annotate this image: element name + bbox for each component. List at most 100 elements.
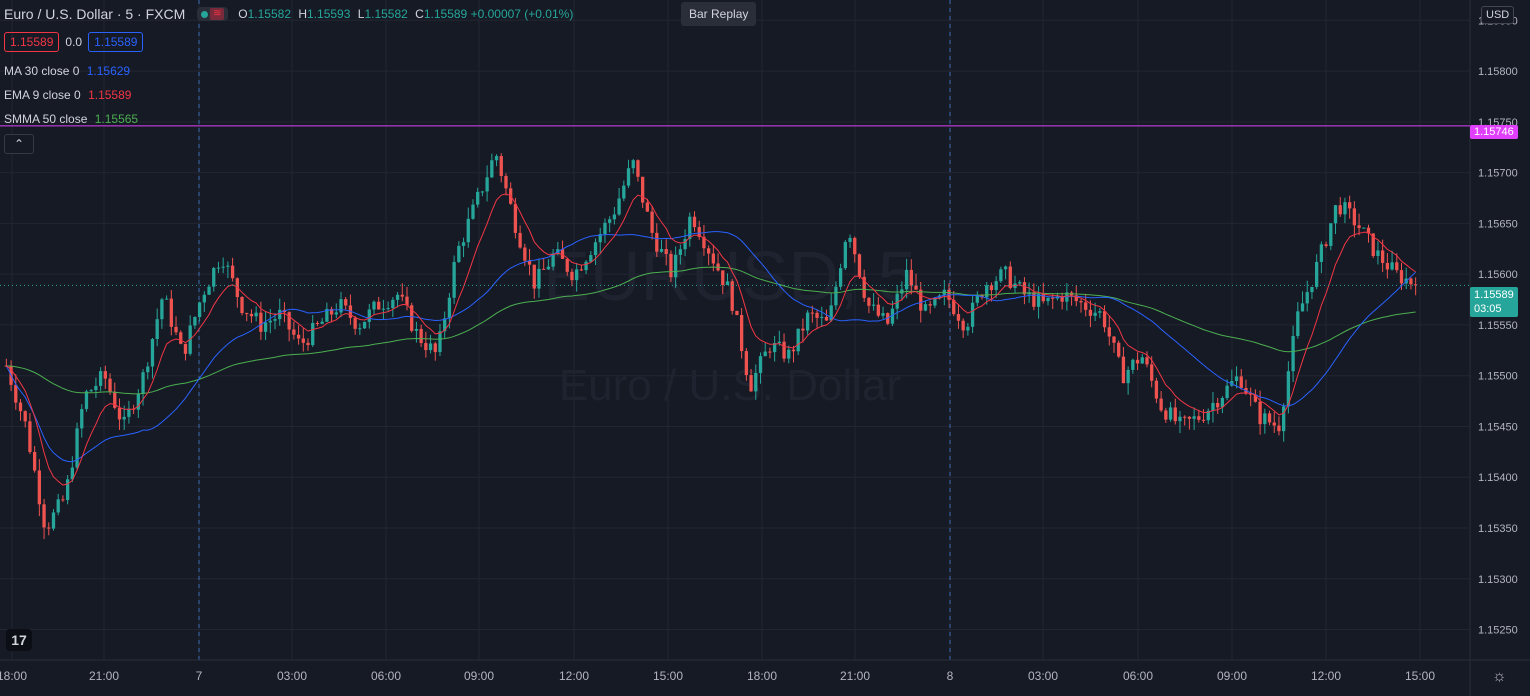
candle-body <box>94 385 98 391</box>
candle-body <box>1150 364 1154 381</box>
candlestick-chart[interactable]: 1.158501.158001.157501.157001.156501.156… <box>0 0 1530 696</box>
x-tick-label: 06:00 <box>1123 669 1153 683</box>
candle-body <box>838 268 843 287</box>
candle-body <box>1319 244 1324 262</box>
candle-body <box>904 269 909 290</box>
x-tick-label: 21:00 <box>89 669 119 683</box>
candle-body <box>1154 380 1159 399</box>
candle-body <box>207 286 211 295</box>
x-tick-label: 09:00 <box>464 669 494 683</box>
candle-body <box>909 269 913 286</box>
candle-body <box>490 160 494 178</box>
x-tick-label: 09:00 <box>1217 669 1247 683</box>
candle-body <box>843 242 847 269</box>
candle-body <box>202 294 206 303</box>
gear-icon[interactable]: ☼ <box>1492 668 1507 686</box>
y-tick-label: 1.15700 <box>1478 168 1518 180</box>
candle-body <box>1168 407 1173 420</box>
candle-body <box>278 309 282 320</box>
candle-body <box>428 343 433 351</box>
y-tick-label: 1.15600 <box>1478 269 1518 281</box>
bar-replay-tooltip: Bar Replay <box>681 2 757 26</box>
candle-body <box>315 323 320 325</box>
y-tick-label: 1.15650 <box>1478 218 1518 230</box>
candle-body <box>626 168 631 186</box>
candle-body <box>565 258 569 272</box>
x-tick-label: 06:00 <box>371 669 401 683</box>
y-tick-label: 1.15450 <box>1478 421 1518 433</box>
candle-body <box>169 298 173 327</box>
candle-body <box>414 328 419 331</box>
candle-body <box>735 310 739 315</box>
candle-body <box>593 242 598 256</box>
candle-body <box>1315 261 1319 287</box>
candle-body <box>1084 302 1088 310</box>
candle-body <box>1239 376 1243 388</box>
y-tick-label: 1.15300 <box>1478 574 1518 586</box>
candle-body <box>1395 262 1399 271</box>
candle-body <box>216 267 221 269</box>
candle-body <box>523 247 527 261</box>
candle-body <box>1117 342 1121 357</box>
candle-body <box>353 317 357 329</box>
last-price-tag: 1.15589 03:05 <box>1470 287 1518 317</box>
candle-body <box>127 408 131 417</box>
x-tick-label: 7 <box>196 669 203 683</box>
bid-ask-row: 1.15589 0.0 1.15589 <box>4 32 144 52</box>
candle-body <box>32 452 37 471</box>
candle-body <box>296 334 301 339</box>
x-tick-label: 12:00 <box>559 669 589 683</box>
candle-body <box>362 321 367 329</box>
symbol-title[interactable]: Euro / U.S. Dollar · 5 · FXCM <box>4 6 185 22</box>
candle-body <box>18 402 23 412</box>
candle-body <box>98 371 103 386</box>
visibility-toggle-group[interactable]: ≋ <box>197 7 229 21</box>
candle-body <box>386 308 390 310</box>
candle-body <box>263 322 268 332</box>
candle-body <box>914 285 918 290</box>
candle-body <box>89 390 93 392</box>
sell-price-button[interactable]: 1.15589 <box>4 32 60 52</box>
candle-body <box>301 338 305 343</box>
buy-price-button[interactable]: 1.15589 <box>88 32 144 52</box>
candle-body <box>1390 262 1394 270</box>
candle-body <box>160 299 164 320</box>
candle-body <box>1376 250 1380 256</box>
indicator-smma[interactable]: SMMA 50 close 1.15565 <box>4 112 138 126</box>
candle-body <box>28 421 32 453</box>
candle-body <box>358 328 362 330</box>
candle-body <box>1324 244 1328 246</box>
candle-body <box>1362 227 1366 229</box>
candle-body <box>777 341 781 344</box>
candle-body <box>664 249 668 254</box>
candle-body <box>650 211 654 233</box>
candle-body <box>471 204 475 219</box>
currency-button[interactable]: USD <box>1481 6 1515 24</box>
candle-body <box>584 261 588 271</box>
wave-icon[interactable]: ≋ <box>210 8 225 20</box>
candle-body <box>782 341 786 359</box>
candle-body <box>1338 205 1342 215</box>
candle-body <box>1018 282 1022 284</box>
chart-area[interactable]: 1.158501.158001.157501.157001.156501.156… <box>0 0 1530 696</box>
candle-body <box>240 296 244 314</box>
candle-body <box>1032 292 1036 307</box>
tradingview-logo-icon[interactable]: 17 <box>6 629 32 651</box>
candle-body <box>989 285 994 291</box>
y-tick-label: 1.15350 <box>1478 523 1518 535</box>
candle-body <box>857 254 862 277</box>
y-tick-label: 1.15800 <box>1478 66 1518 78</box>
candle-body <box>1291 335 1295 372</box>
candle-body <box>306 342 310 346</box>
collapse-legend-button[interactable]: ⌃ <box>4 134 34 154</box>
candle-body <box>1178 416 1182 422</box>
indicator-ma[interactable]: MA 30 close 0 1.15629 <box>4 64 130 78</box>
candle-body <box>311 323 315 346</box>
candle-body <box>485 177 489 192</box>
indicator-ema[interactable]: EMA 9 close 0 1.15589 <box>4 88 131 102</box>
candle-body <box>381 308 386 310</box>
candle-body <box>796 328 800 352</box>
candle-body <box>273 319 277 321</box>
candle-body <box>1225 385 1229 398</box>
candle-body <box>164 298 169 300</box>
